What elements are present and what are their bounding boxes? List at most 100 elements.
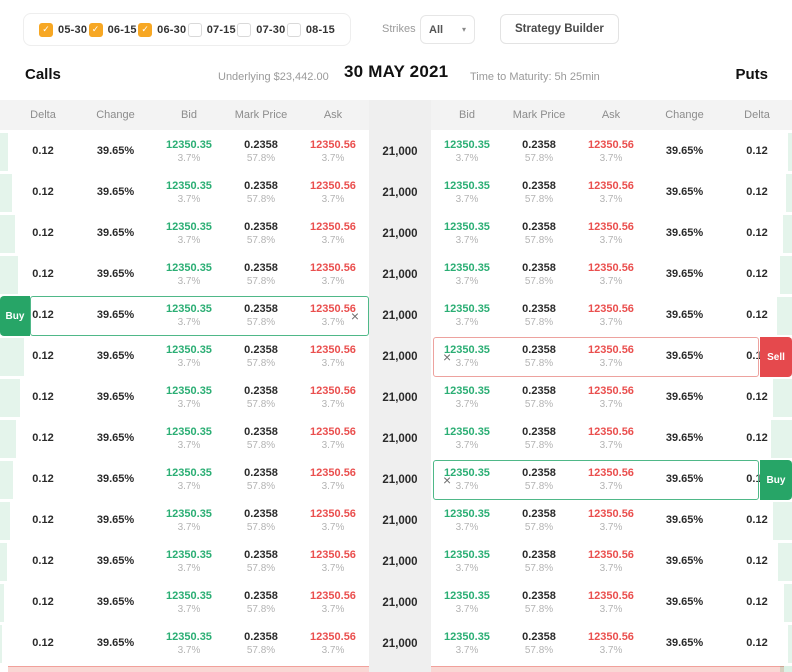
put-bid-cell[interactable]: 12350.353.7% <box>431 133 503 171</box>
put-change-cell: 39.65% <box>647 502 722 540</box>
close-icon[interactable]: × <box>443 350 451 364</box>
call-bid-cell[interactable]: 12350.353.7% <box>153 461 225 499</box>
close-icon[interactable]: × <box>443 473 451 487</box>
time-to-maturity: Time to Maturity: 5h 25min <box>470 71 600 83</box>
expiry-filter-06-15[interactable]: ✓06-15 <box>89 23 137 37</box>
call-ask-cell[interactable]: 12350.563.7% <box>297 338 369 376</box>
put-bid-cell[interactable]: 12350.353.7% <box>431 420 503 458</box>
call-delta-cell: 0.12 <box>8 543 78 581</box>
put-ask-cell[interactable]: 12350.563.7% <box>575 379 647 417</box>
call-ask-cell[interactable]: 12350.563.7% <box>297 133 369 171</box>
put-ask-cell[interactable]: 12350.563.7% <box>575 297 647 335</box>
expiry-filter-07-15[interactable]: 07-15 <box>188 23 236 37</box>
call-bid-cell[interactable]: 12350.353.7% <box>153 543 225 581</box>
put-delta-cell: 0.12 <box>722 215 792 253</box>
table-row: 0.1239.65%12350.353.7%0.235857.8%12350.5… <box>8 256 784 294</box>
checkbox-checked-icon[interactable]: ✓ <box>138 23 152 37</box>
call-bid-cell[interactable]: 12350.353.7% <box>153 215 225 253</box>
call-delta-cell: 0.12 <box>8 215 78 253</box>
call-bid-cell[interactable]: 12350.353.7% <box>153 133 225 171</box>
checkbox-unchecked-icon[interactable] <box>287 23 301 37</box>
put-ask-cell[interactable]: 12350.563.7% <box>575 420 647 458</box>
put-ask-cell[interactable]: 12350.563.7% <box>575 256 647 294</box>
put-ask-cell[interactable]: 12350.563.7% <box>575 174 647 212</box>
put-ask-cell[interactable]: 12350.563.7% <box>575 502 647 540</box>
buy-button[interactable]: Buy <box>760 460 792 500</box>
strike-cell: 21,000 <box>369 584 431 622</box>
checkbox-unchecked-icon[interactable] <box>188 23 202 37</box>
call-mark-price-cell: 0.235857.8% <box>225 461 297 499</box>
put-bid-cell[interactable]: 12350.353.7% <box>431 215 503 253</box>
call-ask-cell[interactable]: 12350.563.7% <box>297 256 369 294</box>
put-ask-cell[interactable]: 12350.563.7% <box>575 543 647 581</box>
put-bid-cell[interactable]: 12350.353.7% <box>431 502 503 540</box>
strike-cell: 21,000 <box>369 420 431 458</box>
column-header-delta: Delta <box>722 109 792 121</box>
call-mark-price-cell: 0.235857.8% <box>225 625 297 663</box>
put-change-cell: 39.65% <box>647 256 722 294</box>
call-bid-cell[interactable]: 12350.353.7% <box>153 420 225 458</box>
call-ask-cell[interactable]: 12350.563.7% <box>297 461 369 499</box>
expiry-filter-05-30[interactable]: ✓ 05-30 <box>39 23 87 37</box>
puts-section-label: Puts <box>735 66 768 83</box>
put-change-cell: 39.65% <box>647 215 722 253</box>
expiry-filter-07-30[interactable]: 07-30 <box>237 23 285 37</box>
call-mark-price-cell: 0.235857.8% <box>225 584 297 622</box>
put-bid-cell[interactable]: 12350.353.7% <box>431 297 503 335</box>
call-ask-cell[interactable]: 12350.563.7% <box>297 584 369 622</box>
put-bid-cell[interactable]: 12350.353.7% <box>431 584 503 622</box>
call-ask-cell[interactable]: 12350.563.7% <box>297 420 369 458</box>
selected-put-order-box: × <box>433 460 759 500</box>
call-ask-cell[interactable]: 12350.563.7% <box>297 174 369 212</box>
strike-cell: 21,000 <box>369 133 431 171</box>
call-mark-price-cell: 0.235857.8% <box>225 379 297 417</box>
expiry-filter-group: ✓05-30✓06-15✓06-3007-1507-3008-15 <box>23 13 351 46</box>
checkbox-checked-icon[interactable]: ✓ <box>89 23 103 37</box>
put-ask-cell[interactable]: 12350.563.7% <box>575 133 647 171</box>
call-ask-cell[interactable]: 12350.563.7% <box>297 379 369 417</box>
call-bid-cell[interactable]: 12350.353.7% <box>153 584 225 622</box>
call-depth-bar <box>0 461 13 499</box>
strategy-builder-button[interactable]: Strategy Builder <box>500 14 619 44</box>
call-ask-cell[interactable]: 12350.563.7% <box>297 215 369 253</box>
checkbox-checked-icon[interactable]: ✓ <box>39 23 53 37</box>
call-bid-cell[interactable]: 12350.353.7% <box>153 338 225 376</box>
column-header-delta: Delta <box>8 109 78 121</box>
chain-summary-bar: Calls Underlying $23,442.00 30 MAY 2021 … <box>0 60 792 100</box>
call-bid-cell[interactable]: 12350.353.7% <box>153 256 225 294</box>
put-bid-cell[interactable]: 12350.353.7% <box>431 625 503 663</box>
column-header-change: Change <box>647 109 722 121</box>
call-depth-bar <box>0 215 15 253</box>
expiry-filter-06-30[interactable]: ✓06-30 <box>138 23 186 37</box>
put-ask-cell[interactable]: 12350.563.7% <box>575 625 647 663</box>
put-bid-cell[interactable]: 12350.353.7% <box>431 256 503 294</box>
sell-button[interactable]: Sell <box>760 337 792 377</box>
put-bid-cell[interactable]: 12350.353.7% <box>431 174 503 212</box>
expiry-filter-label: 08-15 <box>306 24 335 36</box>
put-delta-cell: 0.12 <box>722 133 792 171</box>
call-change-cell: 39.65% <box>78 502 153 540</box>
strikes-dropdown[interactable]: All ▾ <box>420 15 475 44</box>
call-bid-cell[interactable]: 12350.353.7% <box>153 174 225 212</box>
call-mark-price-cell: 0.235857.8% <box>225 502 297 540</box>
call-change-cell: 39.65% <box>78 256 153 294</box>
close-icon[interactable]: × <box>351 309 359 323</box>
buy-button[interactable]: Buy <box>0 296 30 336</box>
put-bid-cell[interactable]: 12350.353.7% <box>431 379 503 417</box>
put-depth-bar <box>780 256 792 294</box>
call-bid-cell[interactable]: 12350.353.7% <box>153 502 225 540</box>
call-ask-cell[interactable]: 12350.563.7% <box>297 502 369 540</box>
call-bid-cell[interactable]: 12350.353.7% <box>153 625 225 663</box>
put-bid-cell[interactable]: 12350.353.7% <box>431 543 503 581</box>
call-bid-cell[interactable]: 12350.353.7% <box>153 379 225 417</box>
strike-cell: 21,000 <box>369 625 431 663</box>
put-ask-cell[interactable]: 12350.563.7% <box>575 584 647 622</box>
strike-cell: 21,000 <box>369 297 431 335</box>
expiry-filter-label: 05-30 <box>58 24 87 36</box>
expiry-filter-08-15[interactable]: 08-15 <box>287 23 335 37</box>
checkbox-unchecked-icon[interactable] <box>237 23 251 37</box>
call-ask-cell[interactable]: 12350.563.7% <box>297 543 369 581</box>
put-mark-price-cell: 0.235857.8% <box>503 174 575 212</box>
call-ask-cell[interactable]: 12350.563.7% <box>297 625 369 663</box>
put-ask-cell[interactable]: 12350.563.7% <box>575 215 647 253</box>
